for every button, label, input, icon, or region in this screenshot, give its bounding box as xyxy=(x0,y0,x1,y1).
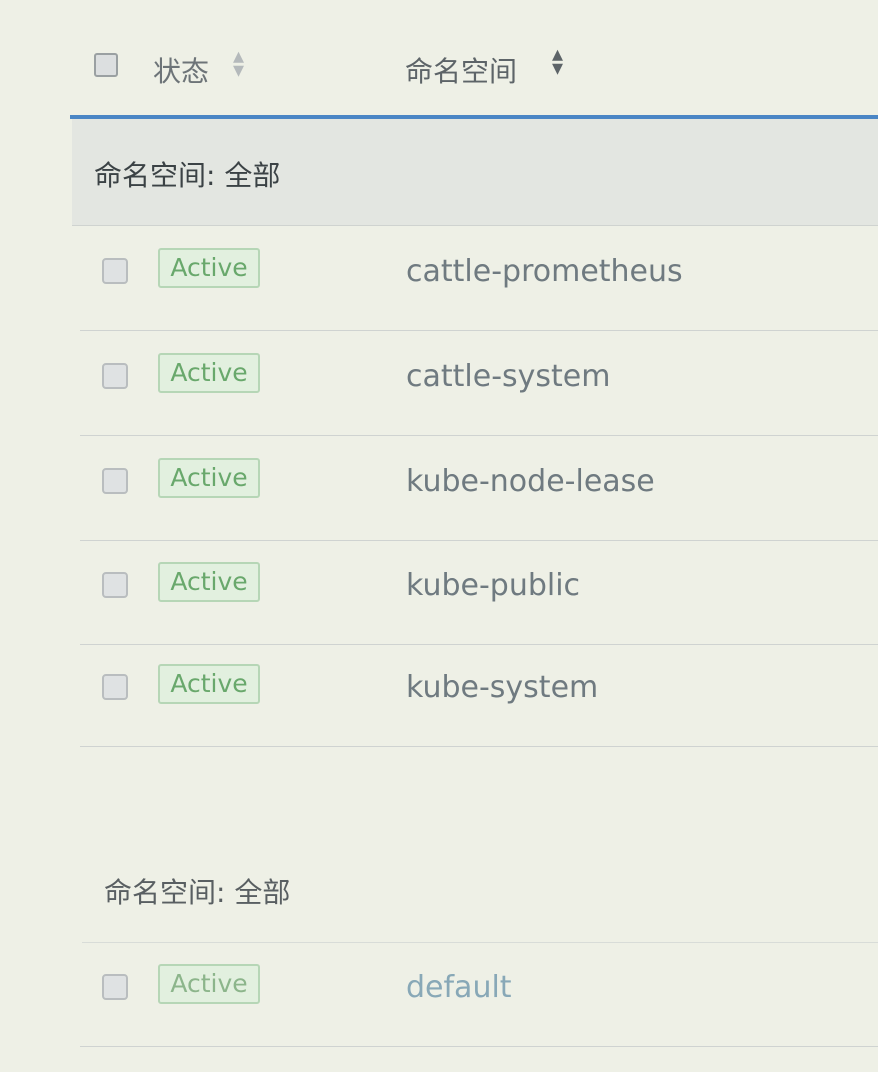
status-badge: Active xyxy=(158,353,260,393)
namespace-name[interactable]: kube-public xyxy=(406,568,580,603)
status-badge: Active xyxy=(158,964,260,1004)
table-row: Active kube-node-lease xyxy=(80,436,878,541)
namespace-name[interactable]: cattle-system xyxy=(406,359,610,394)
sort-both-icon[interactable]: ▴ ▾ xyxy=(233,46,244,82)
column-header-namespace[interactable]: 命名空间 xyxy=(405,50,517,90)
status-badge: Active xyxy=(158,562,260,602)
namespace-table: 状态 ▴ ▾ 命名空间 ▴ ▾ 命名空间: 全部 Active cattle-pro… xyxy=(0,0,878,1072)
group-header: 命名空间: 全部 xyxy=(82,836,878,943)
table-row: Active cattle-prometheus xyxy=(80,226,878,331)
table-row: Active kube-public xyxy=(80,540,878,645)
table-row: Active cattle-system xyxy=(80,331,878,436)
status-badge: Active xyxy=(158,248,260,288)
table-row: Active kube-system xyxy=(80,642,878,747)
namespace-name[interactable]: kube-system xyxy=(406,670,598,705)
sort-desc-icon[interactable]: ▴ ▾ xyxy=(552,44,563,80)
group-label: 命名空间: 全部 xyxy=(94,159,281,192)
group-header: 命名空间: 全部 xyxy=(72,119,878,226)
row-checkbox[interactable] xyxy=(102,674,128,700)
namespace-name[interactable]: kube-node-lease xyxy=(406,464,655,499)
row-checkbox[interactable] xyxy=(102,974,128,1000)
table-row: Active default xyxy=(80,942,878,1047)
column-header-status[interactable]: 状态 xyxy=(153,50,209,90)
row-checkbox[interactable] xyxy=(102,258,128,284)
table-header: 状态 ▴ ▾ 命名空间 ▴ ▾ xyxy=(70,0,878,119)
status-badge: Active xyxy=(158,664,260,704)
status-badge: Active xyxy=(158,458,260,498)
row-checkbox[interactable] xyxy=(102,363,128,389)
namespace-name[interactable]: default xyxy=(406,970,512,1005)
group-label: 命名空间: 全部 xyxy=(104,876,291,909)
select-all-checkbox[interactable] xyxy=(94,53,118,77)
row-checkbox[interactable] xyxy=(102,468,128,494)
namespace-name[interactable]: cattle-prometheus xyxy=(406,254,683,289)
row-checkbox[interactable] xyxy=(102,572,128,598)
